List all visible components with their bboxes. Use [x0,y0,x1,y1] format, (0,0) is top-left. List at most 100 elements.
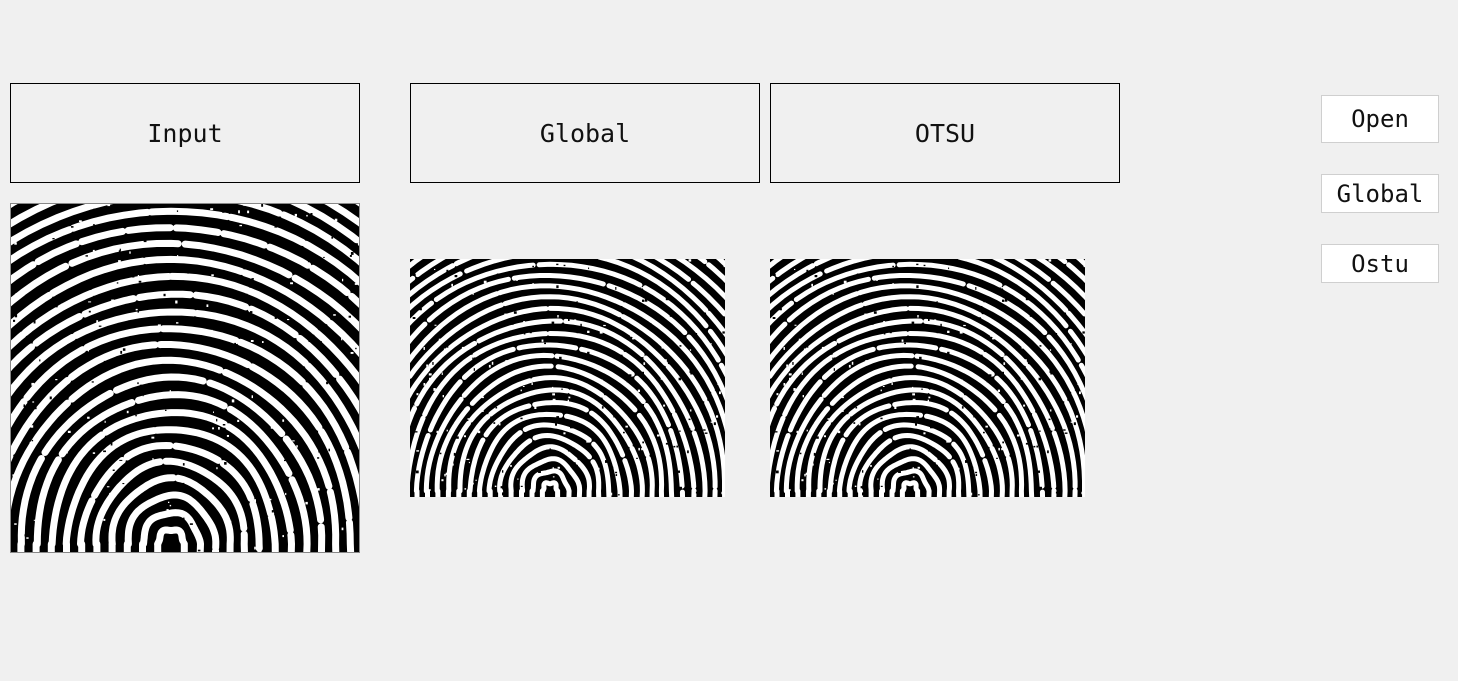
noise-speck [24,534,27,537]
noise-speck [498,423,501,426]
noise-speck [721,491,723,495]
noise-speck [687,450,689,454]
noise-speck [605,460,608,463]
noise-speck [423,347,425,350]
noise-speck [710,421,714,423]
noise-speck [163,293,166,297]
noise-speck [927,399,929,403]
noise-speck [477,430,481,434]
noise-speck [462,314,466,316]
noise-speck [665,297,669,301]
noise-speck [160,476,162,479]
noise-speck [439,452,442,455]
global-button[interactable]: Global [1321,174,1439,213]
noise-speck [334,218,338,222]
noise-speck [807,345,809,348]
noise-speck [253,499,256,502]
noise-speck [652,414,654,417]
noise-speck [646,492,649,494]
noise-speck [1052,348,1056,351]
noise-speck [205,363,207,366]
noise-speck [690,395,692,399]
noise-speck [1049,349,1052,351]
noise-speck [849,317,851,320]
noise-speck [527,495,530,497]
noise-speck [494,485,497,487]
noise-speck [936,330,939,334]
noise-speck [157,324,161,327]
noise-speck [597,467,600,470]
noise-speck [538,470,541,473]
noise-speck [412,317,416,319]
noise-speck [695,333,698,336]
noise-speck [237,419,240,422]
noise-speck [704,386,706,390]
ostu-button[interactable]: Ostu [1321,244,1439,283]
noise-speck [641,448,643,451]
noise-speck [564,427,566,429]
noise-speck [663,404,666,407]
noise-speck [843,439,845,441]
noise-speck [113,466,117,470]
noise-speck [811,283,813,287]
noise-speck [565,382,568,384]
noise-speck [1002,441,1004,444]
noise-speck [578,289,582,292]
noise-speck [522,386,525,387]
noise-speck [55,304,58,308]
noise-speck [999,472,1003,476]
noise-speck [527,302,530,304]
noise-speck [224,411,226,414]
noise-speck [241,351,243,355]
noise-speck [591,321,593,324]
noise-speck [637,389,640,392]
noise-speck [982,467,984,471]
noise-speck [613,414,615,418]
noise-speck [774,431,778,433]
noise-speck [576,330,579,334]
noise-speck [1083,265,1085,268]
noise-speck [937,341,940,344]
noise-speck [419,308,422,311]
noise-speck [586,440,590,443]
noise-speck [239,224,242,227]
noise-speck [948,267,950,270]
noise-speck [137,310,139,313]
noise-speck [853,422,856,424]
noise-speck [938,289,942,292]
noise-speck [438,338,442,342]
noise-speck [79,511,82,514]
noise-speck [811,422,814,425]
global-fingerprint-graphic [410,259,725,497]
noise-speck [1036,445,1038,448]
noise-speck [12,434,14,436]
noise-speck [505,487,508,490]
noise-speck [916,285,919,289]
noise-speck [282,535,284,538]
noise-speck [317,488,320,491]
noise-speck [1055,491,1059,494]
noise-speck [977,494,980,496]
noise-speck [67,430,71,433]
noise-speck [71,457,74,460]
noise-speck [657,434,660,437]
noise-speck [103,518,106,521]
noise-speck [1047,450,1049,454]
noise-speck [786,364,788,367]
noise-speck [126,410,129,414]
open-button[interactable]: Open [1321,95,1439,143]
noise-speck [33,519,37,521]
noise-speck [307,259,310,263]
noise-speck [938,470,941,473]
noise-speck [119,459,123,461]
noise-speck [1077,383,1079,385]
otsu-label-box: OTSU [770,83,1120,183]
noise-speck [416,393,419,396]
noise-speck [468,461,470,464]
noise-speck [270,254,274,256]
noise-speck [783,383,786,386]
noise-speck [816,436,819,439]
noise-speck [552,393,555,396]
noise-speck [166,509,169,512]
noise-speck [801,372,803,375]
